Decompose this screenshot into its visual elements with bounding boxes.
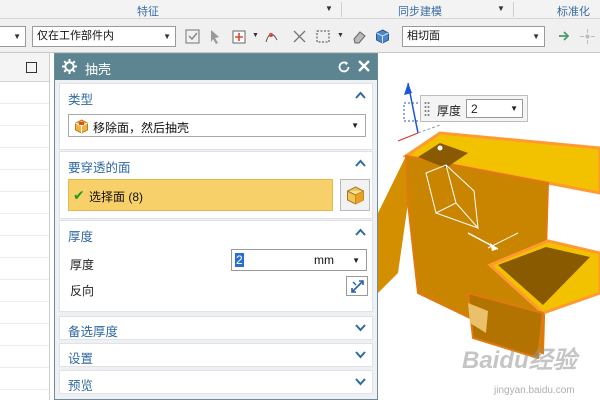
- navigator-row[interactable]: [0, 104, 49, 126]
- chevron-down-icon[interactable]: ▼: [497, 4, 505, 13]
- intersection-icon[interactable]: [291, 28, 308, 45]
- type-section: 类型 移除面，然后抽壳 ▼: [59, 83, 373, 150]
- floating-thickness-label: 厚度: [437, 104, 462, 118]
- reverse-arrows-icon: [351, 280, 364, 293]
- alt-thickness-section[interactable]: 备选厚度: [59, 316, 373, 340]
- ribbon-group-feature[interactable]: 特征: [137, 3, 159, 19]
- solid-body-icon[interactable]: [374, 28, 391, 45]
- thickness-value: 2: [235, 253, 244, 267]
- navigator-row[interactable]: [0, 280, 49, 302]
- shell-dialog: 抽壳 类型 移除面，然后抽壳 ▼ 要穿透的面 ✔ 选择面 (8) 厚度 厚度 2…: [54, 53, 378, 400]
- snap-combo[interactable]: 相切面 ▼: [402, 26, 545, 47]
- selection-toolbar: ▼ 仅在工作部件内 ▼ ▼ ▼ 相切面 ▼: [0, 19, 600, 53]
- scope-value: 仅在工作部件内: [37, 30, 114, 42]
- shell-type-value: 移除面，然后抽壳: [93, 121, 190, 135]
- select-all-icon[interactable]: [184, 28, 201, 45]
- thickness-section: 厚度 厚度 2 mm ▼ 反向: [59, 220, 373, 312]
- model-side-face[interactable]: [378, 156, 408, 293]
- pierce-faces-section: 要穿透的面 ✔ 选择面 (8): [59, 151, 373, 219]
- type-section-title: 类型: [68, 93, 94, 107]
- thickness-section-title: 厚度: [68, 230, 94, 244]
- chevron-down-icon[interactable]: [355, 351, 366, 359]
- maximize-icon[interactable]: [26, 62, 37, 73]
- dialog-title: 抽壳: [85, 62, 112, 77]
- floating-thickness-value: 2: [471, 102, 478, 116]
- ribbon-divider: [513, 2, 514, 17]
- chevron-down-icon[interactable]: ▼: [352, 256, 360, 265]
- checkmark-icon: ✔: [73, 187, 85, 203]
- chevron-down-icon[interactable]: ▼: [337, 32, 344, 39]
- snap-value: 相切面: [407, 30, 440, 42]
- chevron-down-icon[interactable]: ▼: [252, 32, 259, 39]
- snap-point-icon[interactable]: [231, 28, 248, 45]
- thickness-unit: mm: [314, 253, 334, 267]
- navigator-row[interactable]: [0, 324, 49, 346]
- navigator-row[interactable]: [0, 258, 49, 280]
- navigator-row[interactable]: [0, 368, 49, 390]
- chevron-down-icon[interactable]: ▼: [510, 104, 518, 113]
- preview-title: 预览: [68, 379, 94, 393]
- baidu-watermark: Baidu经验 jingyan.baidu.com: [462, 340, 600, 400]
- part-navigator: [0, 53, 50, 400]
- rectangle-select-icon[interactable]: [315, 28, 332, 45]
- navigator-row[interactable]: [0, 126, 49, 148]
- chevron-down-icon[interactable]: ▼: [325, 4, 333, 13]
- floating-thickness-input[interactable]: 2 ▼: [466, 99, 523, 118]
- chevron-up-icon[interactable]: [355, 228, 366, 236]
- navigator-row[interactable]: [0, 192, 49, 214]
- filter-eraser-icon[interactable]: [351, 28, 368, 45]
- chevron-down-icon: ▼: [13, 32, 21, 41]
- face-cube-icon: [347, 186, 364, 205]
- watermark-url: jingyan.baidu.com: [494, 385, 575, 396]
- chevron-down-icon: ▼: [532, 32, 540, 41]
- chevron-up-icon[interactable]: [355, 159, 366, 167]
- thickness-input[interactable]: 2 mm ▼: [231, 249, 367, 271]
- navigator-row[interactable]: [0, 214, 49, 236]
- arrow-right-icon[interactable]: [556, 28, 573, 45]
- reverse-direction-button[interactable]: [346, 276, 368, 296]
- chevron-down-icon: ▼: [163, 32, 171, 41]
- navigator-header: [0, 53, 49, 82]
- gear-icon: [62, 59, 77, 74]
- pointer-icon[interactable]: [207, 28, 224, 45]
- chevron-down-icon: ▼: [351, 121, 359, 130]
- point-on-curve-icon[interactable]: [263, 28, 280, 45]
- navigator-row[interactable]: [0, 236, 49, 258]
- navigator-row[interactable]: [0, 170, 49, 192]
- shell-type-dropdown[interactable]: 移除面，然后抽壳 ▼: [68, 114, 366, 137]
- select-face-label: 选择面 (8): [89, 190, 144, 204]
- shell-type-icon: [75, 119, 88, 134]
- dialog-titlebar[interactable]: 抽壳: [55, 54, 377, 80]
- settings-section[interactable]: 设置: [59, 343, 373, 367]
- select-face-row[interactable]: ✔ 选择面 (8): [68, 179, 333, 211]
- drag-handle-icon[interactable]: [424, 101, 430, 117]
- pierce-section-title: 要穿透的面: [68, 161, 131, 175]
- navigator-row[interactable]: [0, 346, 49, 368]
- alt-thickness-title: 备选厚度: [68, 325, 119, 339]
- ribbon-divider: [341, 2, 342, 17]
- floating-thickness-box[interactable]: 厚度 2 ▼: [420, 95, 528, 122]
- watermark-logo: Baidu经验: [462, 347, 577, 374]
- navigator-row[interactable]: [0, 302, 49, 324]
- chevron-up-icon[interactable]: [355, 91, 366, 99]
- chevron-down-icon[interactable]: [355, 324, 366, 332]
- navigator-row[interactable]: [0, 148, 49, 170]
- thickness-label: 厚度: [70, 258, 95, 272]
- reset-icon[interactable]: [337, 59, 351, 74]
- chevron-down-icon[interactable]: [355, 378, 366, 386]
- select-face-button[interactable]: [340, 179, 370, 211]
- close-icon[interactable]: [357, 59, 371, 73]
- preview-section[interactable]: 预览: [59, 370, 373, 394]
- settings-title: 设置: [68, 352, 94, 366]
- scope-combo[interactable]: 仅在工作部件内 ▼: [32, 26, 176, 47]
- navigator-row[interactable]: [0, 82, 49, 104]
- spread-icon[interactable]: [579, 28, 596, 45]
- reverse-label: 反向: [70, 284, 95, 298]
- ribbon-group-sync[interactable]: 同步建模: [398, 3, 442, 19]
- ribbon-group-bar: 特征 ▼ 同步建模 ▼ 标准化工: [0, 0, 600, 34]
- filter-combo[interactable]: ▼: [0, 26, 26, 47]
